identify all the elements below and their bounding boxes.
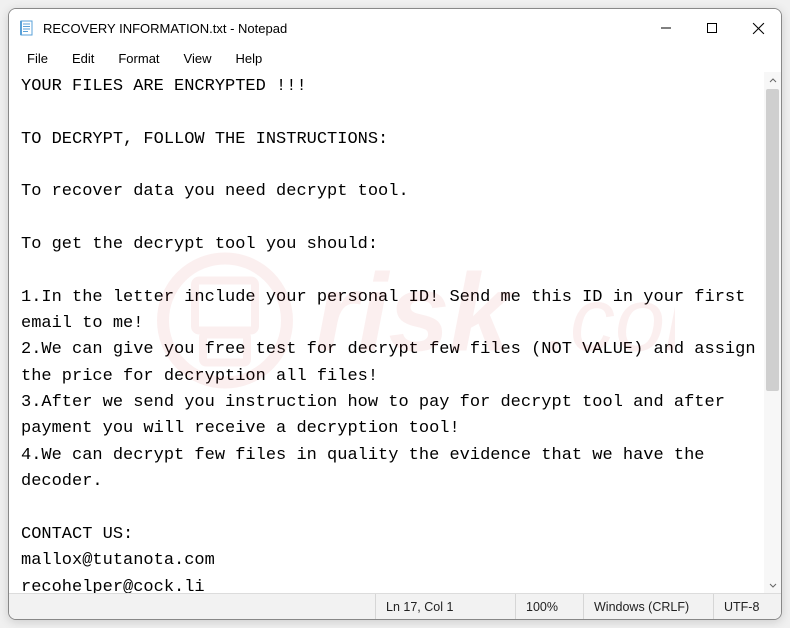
line: To get the decrypt tool you should: — [21, 235, 378, 254]
window-title: RECOVERY INFORMATION.txt - Notepad — [43, 21, 643, 36]
menu-file[interactable]: File — [17, 49, 58, 68]
close-button[interactable] — [735, 9, 781, 47]
line: 2.We can give you free test for decrypt … — [21, 340, 764, 385]
status-zoom: 100% — [515, 594, 583, 619]
minimize-button[interactable] — [643, 9, 689, 47]
notepad-window: RECOVERY INFORMATION.txt - Notepad File … — [8, 8, 782, 620]
line: 4.We can decrypt few files in quality th… — [21, 446, 715, 491]
menu-format[interactable]: Format — [108, 49, 169, 68]
scroll-up-button[interactable] — [764, 72, 781, 89]
titlebar: RECOVERY INFORMATION.txt - Notepad — [9, 9, 781, 47]
scrollbar-track[interactable] — [764, 89, 781, 576]
editor-area: YOUR FILES ARE ENCRYPTED !!! TO DECRYPT,… — [9, 72, 781, 593]
menubar: File Edit Format View Help — [9, 47, 781, 72]
status-encoding: UTF-8 — [713, 594, 781, 619]
statusbar: Ln 17, Col 1 100% Windows (CRLF) UTF-8 — [9, 593, 781, 619]
line: CONTACT US: — [21, 525, 133, 544]
menu-edit[interactable]: Edit — [62, 49, 104, 68]
menu-view[interactable]: View — [174, 49, 222, 68]
line: 1.In the letter include your personal ID… — [21, 288, 756, 333]
scrollbar-thumb[interactable] — [766, 89, 779, 391]
scroll-down-button[interactable] — [764, 576, 781, 593]
line: YOUR FILES ARE ENCRYPTED !!! — [21, 77, 307, 96]
maximize-button[interactable] — [689, 9, 735, 47]
line: To recover data you need decrypt tool. — [21, 182, 409, 201]
vertical-scrollbar[interactable] — [764, 72, 781, 593]
line: TO DECRYPT, FOLLOW THE INSTRUCTIONS: — [21, 130, 388, 149]
status-line-ending: Windows (CRLF) — [583, 594, 713, 619]
text-editor[interactable]: YOUR FILES ARE ENCRYPTED !!! TO DECRYPT,… — [9, 72, 764, 593]
menu-help[interactable]: Help — [225, 49, 272, 68]
status-spacer — [9, 594, 375, 619]
status-position: Ln 17, Col 1 — [375, 594, 515, 619]
window-controls — [643, 9, 781, 47]
line: recohelper@cock.li — [21, 578, 205, 593]
notepad-icon — [19, 20, 35, 36]
line: 3.After we send you instruction how to p… — [21, 393, 735, 438]
line: mallox@tutanota.com — [21, 551, 215, 570]
